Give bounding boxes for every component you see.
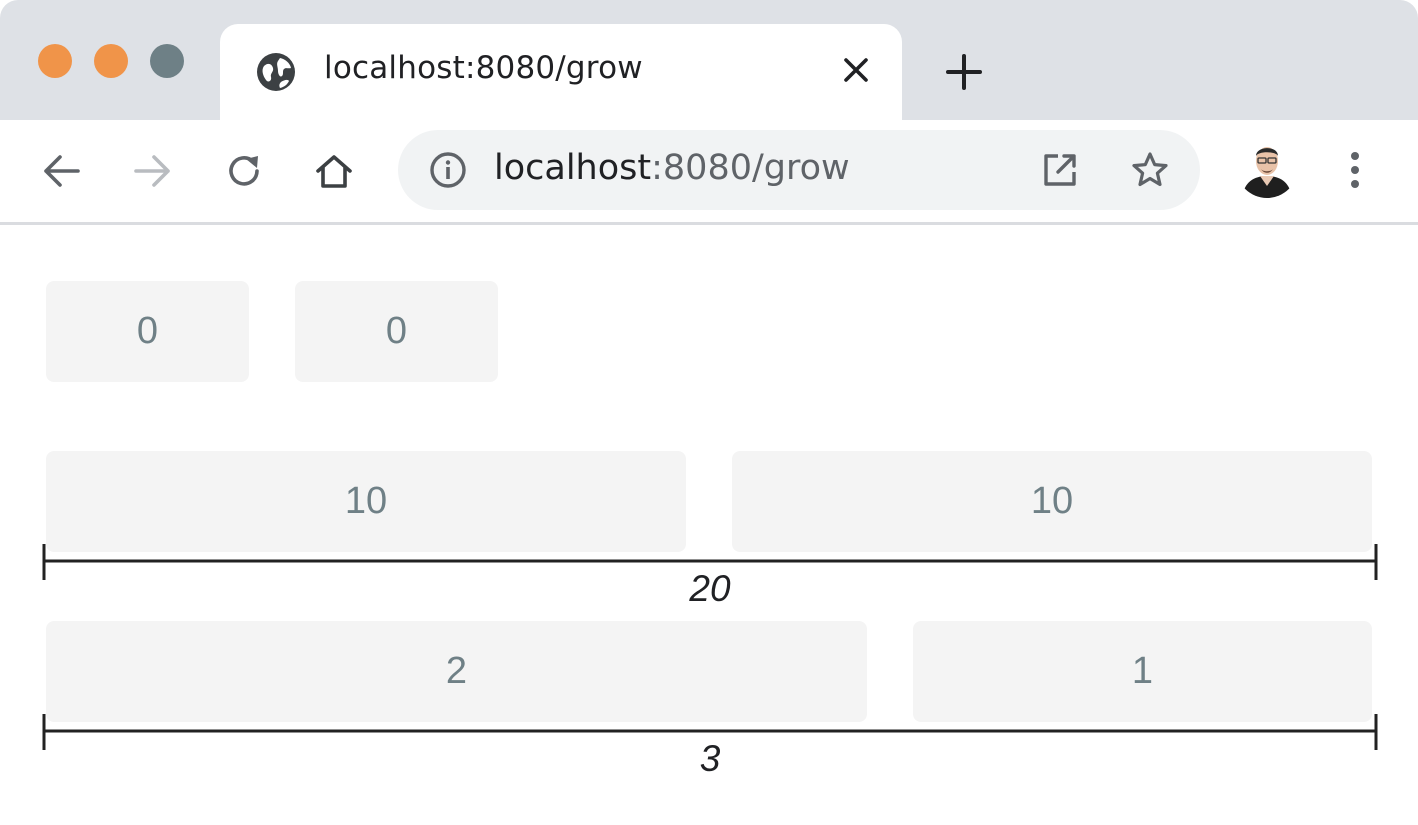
- more-vert-icon[interactable]: [1340, 148, 1370, 192]
- url-text[interactable]: localhost:8080/grow: [494, 148, 850, 188]
- flex-grow-value: 10: [1030, 480, 1074, 522]
- flex-grow-value: 10: [344, 480, 388, 522]
- reload-icon[interactable]: [222, 149, 266, 193]
- total-grow-label-row2: 20: [689, 568, 731, 609]
- close-icon[interactable]: [840, 54, 872, 86]
- flex-item-row1-a: 0: [46, 281, 249, 382]
- plus-icon[interactable]: [944, 52, 984, 92]
- home-icon[interactable]: [312, 149, 356, 193]
- minimize-window-button[interactable]: [94, 44, 128, 78]
- arrow-right-icon[interactable]: [130, 149, 174, 193]
- arrow-left-icon[interactable]: [40, 149, 84, 193]
- avatar[interactable]: [1236, 136, 1298, 198]
- address-bar[interactable]: localhost:8080/grow: [398, 130, 1200, 210]
- tab-title: localhost:8080/grow: [324, 50, 643, 86]
- flex-item-row1-b: 0: [295, 281, 498, 382]
- globe-icon: [257, 53, 295, 91]
- flex-grow-value: 2: [445, 650, 468, 692]
- external-link-icon[interactable]: [1040, 150, 1080, 190]
- flex-grow-value: 0: [385, 310, 408, 352]
- browser-toolbar: localhost:8080/grow: [0, 120, 1418, 225]
- flex-grow-value: 1: [1131, 650, 1154, 692]
- browser-tab[interactable]: localhost:8080/grow: [220, 24, 902, 120]
- title-bar: localhost:8080/grow: [0, 0, 1418, 120]
- info-icon[interactable]: [428, 150, 468, 190]
- maximize-window-button[interactable]: [150, 44, 184, 78]
- close-window-button[interactable]: [38, 44, 72, 78]
- star-icon[interactable]: [1130, 150, 1170, 190]
- total-grow-label-row3: 3: [699, 738, 721, 779]
- flex-grow-value: 0: [136, 310, 159, 352]
